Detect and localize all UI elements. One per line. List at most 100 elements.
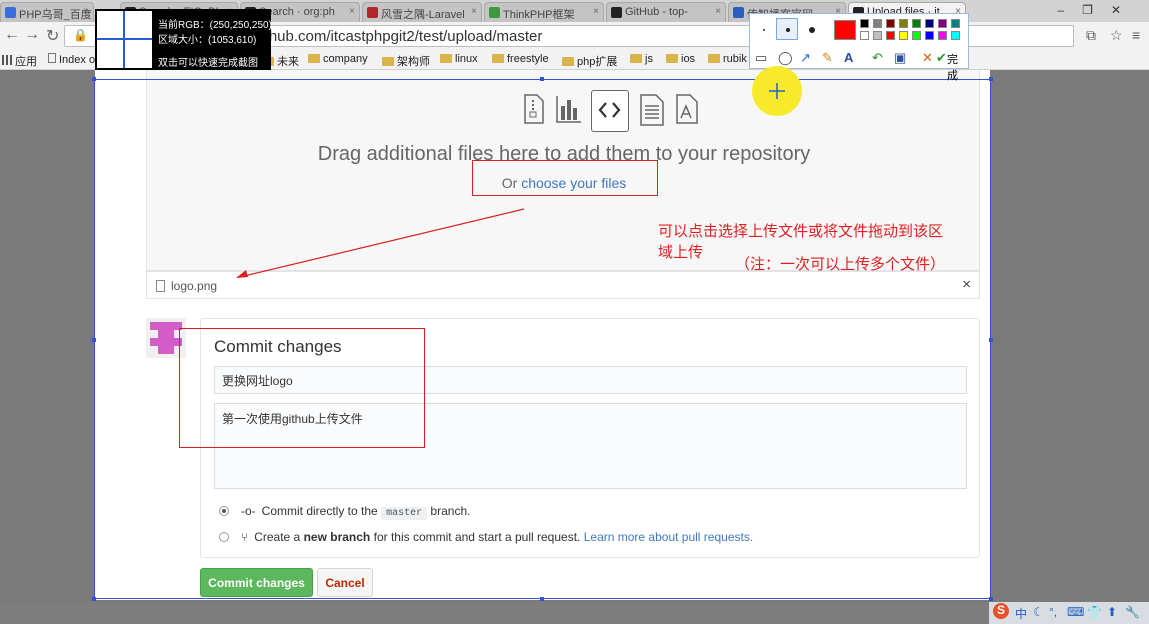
color-swatch[interactable] — [951, 19, 960, 28]
ime-mode[interactable]: 中 — [1015, 605, 1027, 622]
color-swatch[interactable] — [886, 31, 895, 40]
system-tray: S 中 ☾ °, ⌨ 👕 ⬆ 🔧 — [989, 602, 1149, 624]
bookmark-folder[interactable]: 架构师 — [382, 53, 430, 69]
annotation-arrow-icon — [236, 208, 525, 278]
tab-label: 风雪之隅-Laravel — [381, 9, 465, 21]
bookmark-folder[interactable]: php扩展 — [562, 53, 617, 69]
color-swatch[interactable] — [912, 31, 921, 40]
bookmark-folder[interactable]: js — [630, 53, 653, 65]
tab-github-top[interactable]: GitHub - top- × — [606, 2, 726, 22]
color-swatch[interactable] — [951, 31, 960, 40]
taskbar: S 中 ☾ °, ⌨ 👕 ⬆ 🔧 — [0, 602, 1149, 624]
color-swatch[interactable] — [899, 19, 908, 28]
undo-icon[interactable]: ↶ — [872, 50, 883, 66]
bookmark-folder[interactable]: ios — [666, 53, 695, 65]
close-icon[interactable]: × — [593, 6, 599, 17]
tab-label: ThinkPHP框架 — [503, 9, 575, 21]
color-swatch[interactable] — [860, 31, 869, 40]
forward-icon[interactable]: → — [24, 26, 40, 44]
save-icon[interactable]: ▣ — [894, 50, 906, 66]
cancel-button[interactable]: Cancel — [317, 568, 373, 597]
folder-icon — [562, 57, 574, 66]
restore-icon[interactable]: ❐ — [1082, 3, 1111, 17]
learn-more-link[interactable]: Learn more about pull requests. — [584, 530, 753, 544]
tab-thinkphp[interactable]: ThinkPHP框架 × — [484, 2, 604, 22]
punctuation-icon[interactable]: °, — [1049, 605, 1057, 619]
radio-unselected[interactable] — [219, 532, 229, 542]
annotation-text-1: 可以点击选择上传文件或将文件拖动到该区 — [658, 223, 944, 240]
close-icon[interactable]: × — [715, 6, 721, 17]
page-icon — [48, 53, 56, 63]
folder-icon — [382, 57, 394, 66]
folder-icon — [708, 54, 720, 63]
annotation-text-2: 域上传 — [658, 244, 704, 261]
tools-icon[interactable]: 🔧 — [1125, 605, 1140, 619]
minimize-icon[interactable]: – — [1057, 3, 1082, 17]
bookmark-folder[interactable]: rubik — [708, 53, 747, 65]
color-swatch[interactable] — [925, 31, 934, 40]
site-icon — [367, 7, 378, 18]
text-tool-icon[interactable]: A — [844, 50, 853, 65]
bookmark-folder[interactable]: company — [308, 53, 368, 65]
zip-file-icon — [524, 94, 544, 124]
color-swatch[interactable] — [860, 19, 869, 28]
commit-direct-option[interactable]: -o- Commit directly to the master branch. — [219, 504, 470, 520]
bookmark-label: js — [645, 53, 653, 65]
capture-toolbar: ▭ ◯ ↗ ✎ A ↶ ▣ ✕ ✔ 完成 — [749, 13, 969, 82]
ellipse-tool-icon[interactable]: ◯ — [778, 50, 793, 66]
bookmark-apps[interactable]: 应用 — [2, 53, 37, 69]
tab-laruence[interactable]: 风雪之隅-Laravel × — [362, 2, 482, 22]
close-window-icon[interactable]: ✕ — [1111, 3, 1139, 17]
color-swatch[interactable] — [899, 31, 908, 40]
color-swatch[interactable] — [938, 31, 947, 40]
remove-file-icon[interactable]: × — [962, 276, 971, 293]
keyboard-icon[interactable]: ⌨ — [1067, 605, 1084, 619]
current-color-swatch[interactable] — [834, 20, 856, 40]
tab-label: GitHub - top- — [625, 6, 688, 18]
tray-upload-icon[interactable]: ⬆ — [1107, 605, 1117, 619]
pen-size-small[interactable] — [752, 18, 774, 40]
close-icon[interactable]: × — [349, 6, 355, 17]
reload-icon[interactable]: ↻ — [46, 26, 59, 46]
bookmark-folder[interactable]: linux — [440, 53, 478, 65]
close-icon[interactable]: × — [471, 6, 477, 17]
bookmark-label: ios — [681, 53, 696, 65]
bookmark-index[interactable]: Index of — [48, 53, 98, 66]
bookmark-folder[interactable]: freestyle — [492, 53, 549, 65]
tab-baidu[interactable]: PHP乌哥_百度 × — [0, 2, 94, 22]
window-controls[interactable]: –❐✕ — [1057, 3, 1139, 17]
rectangle-tool-icon[interactable]: ▭ — [755, 50, 767, 66]
lock-icon: 🔒 — [73, 28, 88, 42]
pen-size-medium[interactable] — [776, 18, 798, 40]
color-swatch[interactable] — [886, 19, 895, 28]
bookmark-label: 未来 — [277, 56, 299, 68]
pen-size-large[interactable] — [800, 18, 822, 40]
color-swatch[interactable] — [873, 31, 882, 40]
bookmark-label: freestyle — [507, 53, 549, 65]
translate-icon[interactable]: ⧉ — [1086, 27, 1096, 44]
shirt-icon[interactable]: 👕 — [1087, 605, 1102, 619]
commit-changes-button[interactable]: Commit changes — [200, 568, 313, 597]
pull-request-icon: ⑂ — [241, 530, 249, 544]
color-swatch[interactable] — [873, 19, 882, 28]
new-branch-option[interactable]: ⑂ Create a new branch for this commit and… — [219, 530, 753, 544]
tab-label: PHP乌哥_百度 — [19, 9, 92, 21]
arrow-tool-icon[interactable]: ↗ — [800, 50, 811, 66]
sogou-icon[interactable]: S — [993, 603, 1009, 619]
menu-icon[interactable]: ≡ — [1132, 27, 1140, 43]
finish-button[interactable]: 完成 — [947, 51, 968, 83]
color-swatch[interactable] — [925, 19, 934, 28]
close-icon[interactable]: × — [83, 6, 89, 17]
bookmark-label: rubik — [723, 53, 747, 65]
github-icon — [611, 7, 622, 18]
back-icon[interactable]: ← — [4, 26, 20, 44]
moon-icon[interactable]: ☾ — [1033, 605, 1044, 619]
color-swatch[interactable] — [938, 19, 947, 28]
file-icon — [156, 280, 165, 292]
cancel-capture-icon[interactable]: ✕ — [922, 50, 933, 66]
color-swatch[interactable] — [912, 19, 921, 28]
option-bold-text: new branch — [303, 530, 371, 544]
pen-tool-icon[interactable]: ✎ — [822, 50, 833, 66]
radio-selected[interactable] — [219, 506, 229, 516]
star-icon[interactable]: ☆ — [1110, 27, 1123, 44]
